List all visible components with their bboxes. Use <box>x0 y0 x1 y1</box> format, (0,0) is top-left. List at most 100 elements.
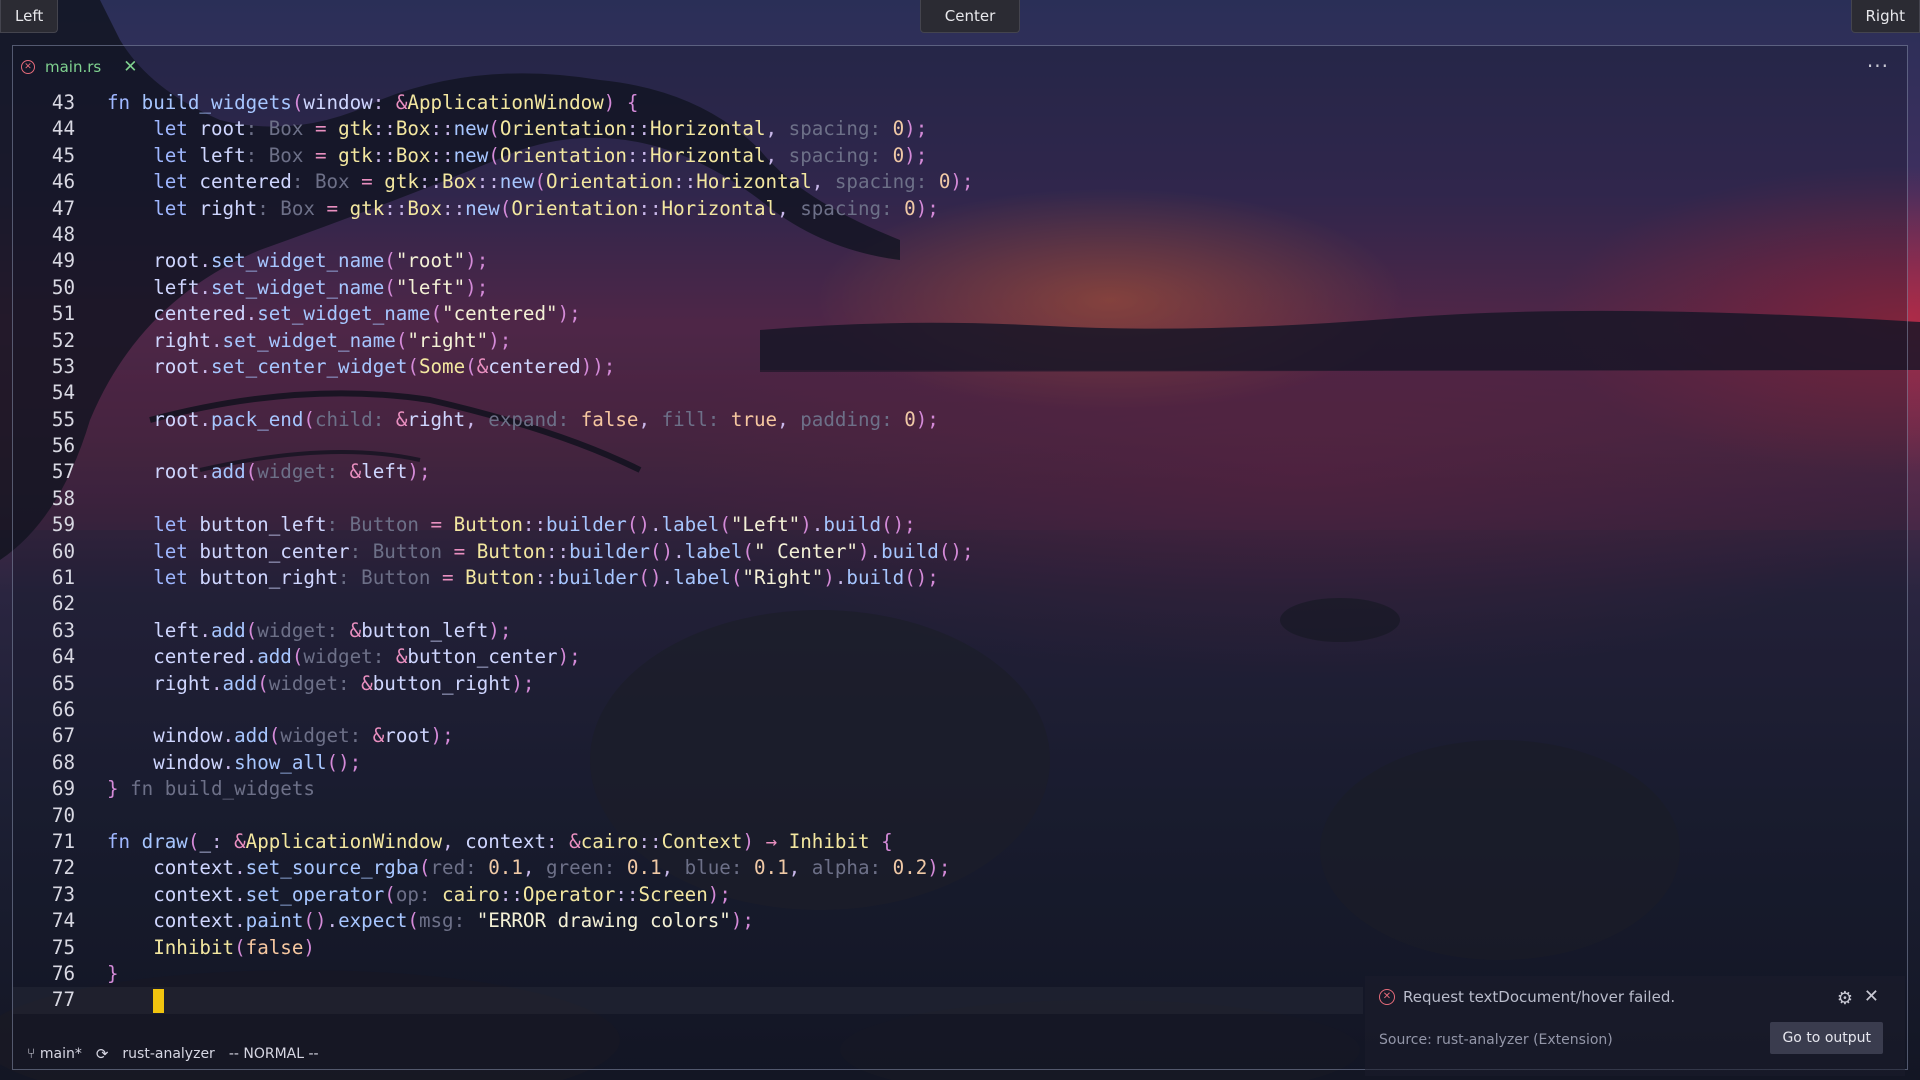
code-token: . <box>245 645 258 669</box>
code-line[interactable]: 54 <box>13 380 1363 406</box>
code-token: Orientation <box>499 117 627 141</box>
code-token: : <box>349 539 373 563</box>
code-token: button_left <box>361 618 489 642</box>
code-token: Box <box>395 117 431 141</box>
code-line[interactable]: 53 root.set_center_widget(Some(&centered… <box>13 354 1363 380</box>
code-line[interactable]: 44 let root: Box = gtk::Box::new(Orienta… <box>13 116 1363 142</box>
code-token: Context <box>661 829 743 853</box>
code-token: . <box>234 856 246 880</box>
code-token: ); <box>730 909 754 933</box>
code-token: ( <box>234 935 246 959</box>
code-text: context.set_source_rgba(red: 0.1, green:… <box>107 855 950 881</box>
code-token: set_widget_name <box>210 275 385 299</box>
code-token: widget: <box>257 618 350 642</box>
code-text: } fn build_widgets <box>107 776 315 802</box>
code-line[interactable]: 60 let button_center: Button = Button::b… <box>13 539 1363 565</box>
code-token: set_widget_name <box>222 328 396 352</box>
close-icon[interactable]: ✕ <box>1864 986 1879 1007</box>
code-token: red: <box>430 856 489 880</box>
code-line[interactable]: 48 <box>13 222 1363 248</box>
code-text: window.show_all(); <box>107 750 361 776</box>
gear-icon[interactable]: ⚙ <box>1837 988 1853 1009</box>
code-line[interactable]: 70 <box>13 803 1363 829</box>
code-line[interactable]: 63 left.add(widget: &button_left); <box>13 618 1363 644</box>
code-line[interactable]: 67 window.add(widget: &root); <box>13 723 1363 749</box>
code-line[interactable]: 52 right.set_widget_name("right"); <box>13 328 1363 354</box>
code-line[interactable]: 46 let centered: Box = gtk::Box::new(Ori… <box>13 169 1363 195</box>
code-line[interactable]: 47 let right: Box = gtk::Box::new(Orient… <box>13 196 1363 222</box>
code-line[interactable]: 74 context.paint().expect(msg: "ERROR dr… <box>13 908 1363 934</box>
code-text: } <box>107 961 119 987</box>
code-token: :: <box>626 117 650 141</box>
code-line[interactable]: 68 window.show_all(); <box>13 750 1363 776</box>
code-token: pack_end <box>210 407 304 431</box>
line-number: 75 <box>51 935 75 959</box>
code-line[interactable]: 56 <box>13 433 1363 459</box>
code-line[interactable]: 71 fn draw(_: &ApplicationWindow, context… <box>13 829 1363 855</box>
code-line[interactable]: 45 let left: Box = gtk::Box::new(Orienta… <box>13 143 1363 169</box>
close-icon[interactable]: ✕ <box>123 57 137 77</box>
code-token: ); <box>488 328 512 352</box>
code-token: ); <box>557 302 581 326</box>
code-token: right <box>407 407 466 431</box>
code-token: ( <box>499 196 512 220</box>
code-token: button_right <box>372 671 512 695</box>
more-actions-icon[interactable]: ··· <box>1867 54 1889 78</box>
line-number: 56 <box>51 434 75 458</box>
code-token: cairo <box>442 882 500 906</box>
code-token: fn build_widgets <box>118 777 315 801</box>
code-token: root <box>107 354 200 378</box>
language-server-status[interactable]: rust-analyzer <box>122 1046 214 1062</box>
code-line[interactable]: 69} fn build_widgets <box>13 776 1363 802</box>
code-token: left <box>107 275 200 299</box>
code-line[interactable]: 65 right.add(widget: &button_right); <box>13 671 1363 697</box>
code-token: label <box>661 513 720 537</box>
code-line[interactable]: 55 root.pack_end(child: &right, expand: … <box>13 407 1363 433</box>
code-token: : <box>372 91 396 114</box>
code-token: ( <box>534 170 547 194</box>
code-line[interactable]: 57 root.add(widget: &left); <box>13 459 1363 485</box>
code-line[interactable]: 73 context.set_operator(op: cairo::Opera… <box>13 882 1363 908</box>
code-line[interactable]: 50 left.set_widget_name("left"); <box>13 275 1363 301</box>
code-token: build <box>823 513 882 537</box>
code-line[interactable]: 77 <box>13 987 1363 1014</box>
code-token: , <box>638 407 662 431</box>
code-text: right.set_widget_name("right"); <box>107 328 511 354</box>
code-token: ( <box>395 328 408 352</box>
top-center-button[interactable]: Center <box>920 0 1020 33</box>
line-number: 72 <box>51 856 75 880</box>
tab-main-rs[interactable]: ✕ main.rs ✕ <box>21 54 137 80</box>
code-token: = <box>430 566 466 590</box>
code-token: ); <box>950 170 974 194</box>
code-line[interactable]: 75 Inhibit(false) <box>13 935 1363 961</box>
code-line[interactable]: 51 centered.set_widget_name("centered"); <box>13 301 1363 327</box>
code-token: Horizontal <box>650 143 766 167</box>
code-token: new <box>453 143 489 167</box>
line-number: 58 <box>51 486 75 510</box>
code-token: . <box>222 750 235 774</box>
code-token: builder <box>546 513 627 537</box>
code-line[interactable]: 66 <box>13 697 1363 723</box>
code-text: fn build_widgets(window: &ApplicationWin… <box>107 90 638 116</box>
code-line[interactable]: 61 let button_right: Button = Button::bu… <box>13 565 1363 591</box>
branch-indicator[interactable]: ⑂ main* <box>27 1046 82 1062</box>
code-line[interactable]: 43 fn build_widgets(window: &ApplicationW… <box>13 90 1363 116</box>
code-line[interactable]: 72 context.set_source_rgba(red: 0.1, gre… <box>13 855 1363 881</box>
code-text: Inhibit(false) <box>107 935 315 961</box>
code-line[interactable]: 49 root.set_widget_name("root"); <box>13 248 1363 274</box>
code-token: expand: <box>488 407 581 431</box>
code-token: let <box>107 170 200 194</box>
code-line[interactable]: 64 centered.add(widget: &button_center); <box>13 644 1363 670</box>
top-right-button[interactable]: Right <box>1850 0 1920 33</box>
top-left-button[interactable]: Left <box>0 0 59 33</box>
code-token: . <box>673 539 685 563</box>
code-line[interactable]: 76} <box>13 961 1363 987</box>
code-token: ( <box>407 909 419 933</box>
code-token: :: <box>546 539 570 563</box>
code-line[interactable]: 62 <box>13 591 1363 617</box>
code-line[interactable]: 59 let button_left: Button = Button::bui… <box>13 512 1363 538</box>
code-line[interactable]: 58 <box>13 486 1363 512</box>
line-number: 54 <box>51 381 75 405</box>
code-area[interactable]: 43 fn build_widgets(window: &ApplicationW… <box>13 90 1363 1014</box>
sync-icon[interactable]: ⟳ <box>96 1045 109 1063</box>
